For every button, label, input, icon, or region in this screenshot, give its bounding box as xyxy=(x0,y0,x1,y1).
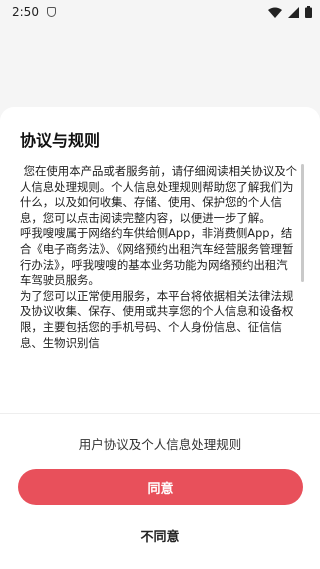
status-right xyxy=(268,6,312,18)
battery-icon xyxy=(305,6,312,18)
dialog-body[interactable]: 您在使用本产品或者服务前，请仔细阅读相关协议及个人信息处理规则。个人信息处理规则… xyxy=(20,164,298,396)
dialog-title: 协议与规则 xyxy=(20,131,101,150)
policy-link[interactable]: 用户协议及个人信息处理规则 xyxy=(0,434,320,453)
agree-button[interactable]: 同意 xyxy=(18,469,303,505)
status-time: 2:50 xyxy=(12,5,39,19)
disagree-button[interactable]: 不同意 xyxy=(0,521,320,549)
scrollbar[interactable] xyxy=(301,164,304,396)
shield-icon xyxy=(46,7,56,17)
divider xyxy=(0,413,320,414)
agreement-dialog: 协议与规则 您在使用本产品或者服务前，请仔细阅读相关协议及个人信息处理规则。个人… xyxy=(0,107,320,569)
scrollbar-thumb[interactable] xyxy=(301,164,304,282)
status-left: 2:50 xyxy=(12,5,56,19)
wifi-icon xyxy=(268,7,282,18)
status-bar: 2:50 xyxy=(0,0,320,24)
signal-icon xyxy=(288,6,299,18)
